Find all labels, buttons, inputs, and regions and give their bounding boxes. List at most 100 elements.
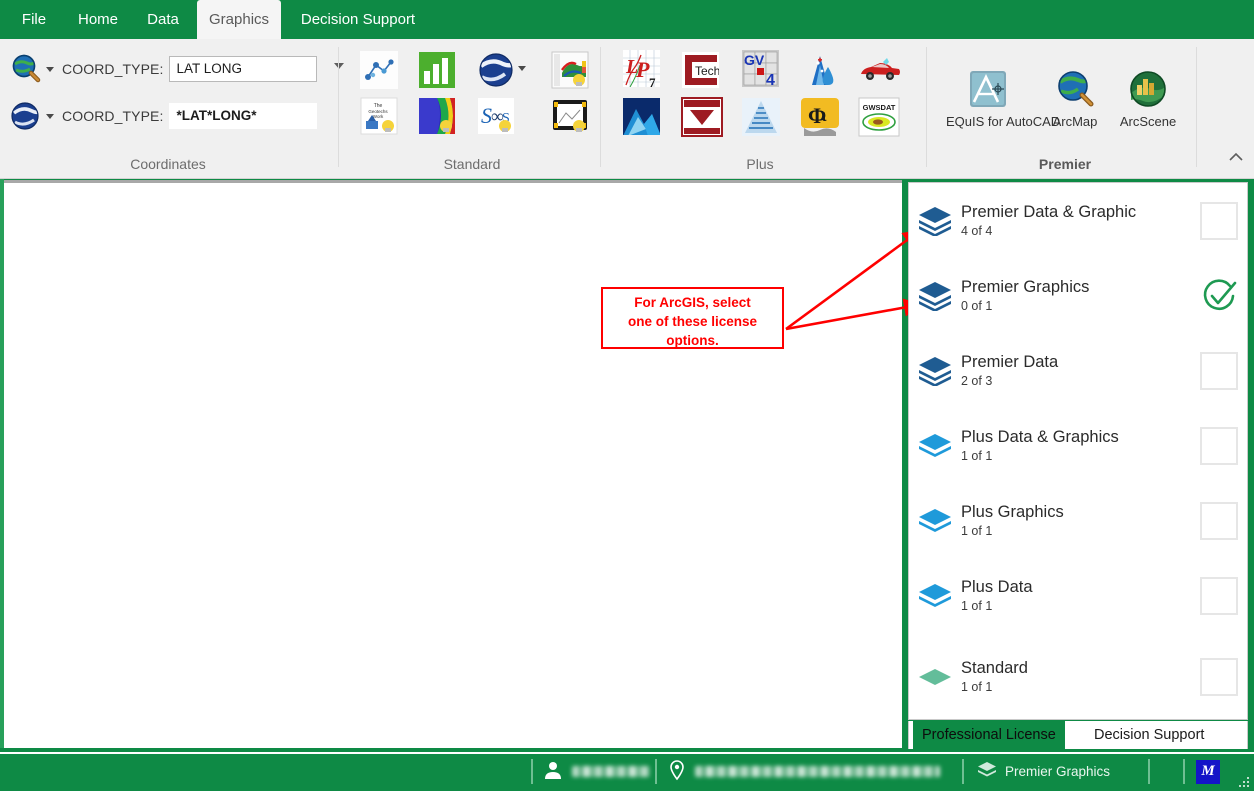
license-count: 1 of 1	[961, 598, 1200, 615]
equis-for-autocad-button[interactable]: EQuIS for AutoCAD	[946, 67, 1030, 129]
globe-search-icon[interactable]	[10, 53, 42, 85]
chevron-down-icon[interactable]	[518, 66, 526, 71]
ribbon-tab-decision-support[interactable]: Decision Support	[288, 0, 428, 39]
coord-type-row-2: COORD_TYPE: *LAT*LONG*	[10, 100, 317, 132]
ribbon: COORD_TYPE: LAT LONG COORD_TYPE: *LAT*LO…	[0, 39, 1254, 179]
license-count: 1 of 1	[961, 679, 1200, 696]
list-item[interactable]: Plus Data 1 of 1	[909, 565, 1247, 627]
ribbon-tab-file[interactable]: File	[8, 0, 60, 39]
license-text: Plus Graphics 1 of 1	[961, 502, 1200, 540]
svg-text:Work: Work	[373, 114, 384, 119]
arcscene-button[interactable]: ArcScene	[1112, 67, 1184, 129]
ribbon-tab-graphics[interactable]: Graphics	[197, 0, 281, 39]
coord-type-combobox[interactable]: LAT LONG	[169, 56, 317, 82]
license-panel: Premier Data & Graphic 4 of 4 Premier Gr…	[908, 182, 1248, 720]
geotechs-work-icon[interactable]: The Geotechs Work	[360, 97, 398, 135]
ctech-icon[interactable]: Tech	[681, 51, 719, 89]
chevron-up-icon[interactable]	[1228, 149, 1244, 166]
license-checkbox[interactable]	[1200, 427, 1238, 465]
status-license[interactable]: Premier Graphics	[977, 752, 1110, 791]
arcmap-button[interactable]: ArcMap	[1044, 67, 1106, 129]
coord-type-row-1: COORD_TYPE: LAT LONG	[10, 53, 317, 85]
m-logo-icon: M	[1196, 760, 1220, 784]
arcscene-label: ArcScene	[1112, 114, 1184, 129]
main-canvas[interactable]	[4, 180, 902, 748]
license-name: Plus Data	[961, 577, 1200, 597]
status-separator-5	[1183, 759, 1185, 784]
globe-search-dropdown-caret[interactable]	[46, 67, 54, 72]
sss-logo-icon[interactable]: S ∞ S	[477, 97, 515, 135]
list-item[interactable]: Plus Data & Graphics 1 of 1	[909, 415, 1247, 477]
coord-type-textbox[interactable]: *LAT*LONG*	[169, 103, 317, 129]
surfer-map-icon[interactable]	[551, 51, 589, 89]
license-checkbox[interactable]	[1200, 202, 1238, 240]
network-plot-icon[interactable]	[360, 51, 398, 89]
funnel-icon[interactable]	[681, 97, 723, 137]
license-count: 1 of 1	[961, 448, 1200, 465]
status-location-text	[695, 766, 940, 777]
list-item[interactable]: Standard 1 of 1	[909, 646, 1247, 708]
ribbon-tab-data[interactable]: Data	[134, 0, 192, 39]
google-earth-dropdown-caret[interactable]	[46, 114, 54, 119]
panel-tab-bar: Professional License Decision Support	[908, 721, 1248, 749]
license-name: Plus Data & Graphics	[961, 427, 1200, 447]
list-item[interactable]: Premier Data & Graphic 4 of 4	[909, 190, 1247, 252]
map-pin-icon	[668, 759, 686, 784]
list-item[interactable]: Plus Graphics 1 of 1	[909, 490, 1247, 552]
license-count: 2 of 3	[961, 373, 1200, 390]
bar-chart-icon[interactable]	[418, 51, 456, 89]
google-earth-icon[interactable]	[10, 100, 42, 132]
annotation-line-1: For ArcGIS, select	[603, 293, 782, 312]
coordinates-group-label: Coordinates	[10, 156, 326, 172]
license-selected-check-icon[interactable]	[1200, 277, 1238, 315]
license-checkbox[interactable]	[1200, 577, 1238, 615]
gold-gauge-icon[interactable]: Φ ι	[800, 97, 840, 137]
resize-grip[interactable]	[1238, 775, 1250, 787]
svg-text:GV: GV	[744, 52, 765, 68]
terrain-icon[interactable]	[622, 97, 660, 135]
equis-for-autocad-icon	[966, 67, 1010, 111]
pyramid-icon[interactable]	[741, 97, 781, 137]
group-separator-1	[338, 47, 339, 167]
arcmap-icon	[1053, 67, 1097, 111]
gwsdat-icon[interactable]: GWSDAT	[858, 97, 900, 137]
license-name: Standard	[961, 658, 1200, 678]
status-location[interactable]	[668, 752, 940, 791]
license-count: 1 of 1	[961, 523, 1200, 540]
license-checkbox[interactable]	[1200, 502, 1238, 540]
arcscene-icon	[1126, 67, 1170, 111]
license-checkbox[interactable]	[1200, 658, 1238, 696]
application-window: File Home Data Graphics Decision Support	[0, 0, 1254, 791]
aquachem-icon[interactable]	[800, 51, 838, 89]
google-earth-icon[interactable]	[477, 51, 515, 89]
plus-layers-icon	[909, 508, 961, 534]
group-separator-3	[926, 47, 927, 167]
tab-decision-support[interactable]: Decision Support	[1085, 721, 1213, 749]
groundwater-vistas4-icon[interactable]: GV 4	[741, 49, 779, 87]
list-item[interactable]: Premier Data 2 of 3	[909, 340, 1247, 402]
contour-map-icon[interactable]	[418, 97, 456, 135]
chevron-down-icon[interactable]	[334, 63, 344, 69]
license-name: Premier Graphics	[961, 277, 1200, 297]
license-checkbox[interactable]	[1200, 352, 1238, 390]
ribbon-tab-home[interactable]: Home	[66, 0, 128, 39]
standard-group-label: Standard	[352, 156, 592, 172]
status-user[interactable]	[543, 752, 650, 791]
premier-layers-icon	[909, 356, 961, 386]
status-app-badge[interactable]: M	[1196, 752, 1220, 791]
status-separator-2	[655, 759, 657, 784]
logplot7-icon[interactable]: L P 7	[622, 49, 660, 87]
coord-type-label-2: COORD_TYPE:	[62, 108, 163, 124]
license-name: Plus Graphics	[961, 502, 1200, 522]
list-item[interactable]: Premier Graphics 0 of 1	[909, 265, 1247, 327]
red-car-icon[interactable]	[858, 57, 902, 83]
coord-type-label-1: COORD_TYPE:	[62, 61, 163, 77]
license-count: 0 of 1	[961, 298, 1200, 315]
user-icon	[543, 760, 563, 783]
svg-text:Tech: Tech	[695, 64, 719, 78]
cad-frame-icon[interactable]	[551, 97, 589, 135]
plus-group-label: Plus	[612, 156, 908, 172]
layers-icon	[977, 761, 997, 782]
status-bar: Premier Graphics M	[0, 752, 1254, 791]
tab-professional-license[interactable]: Professional License	[913, 721, 1065, 749]
